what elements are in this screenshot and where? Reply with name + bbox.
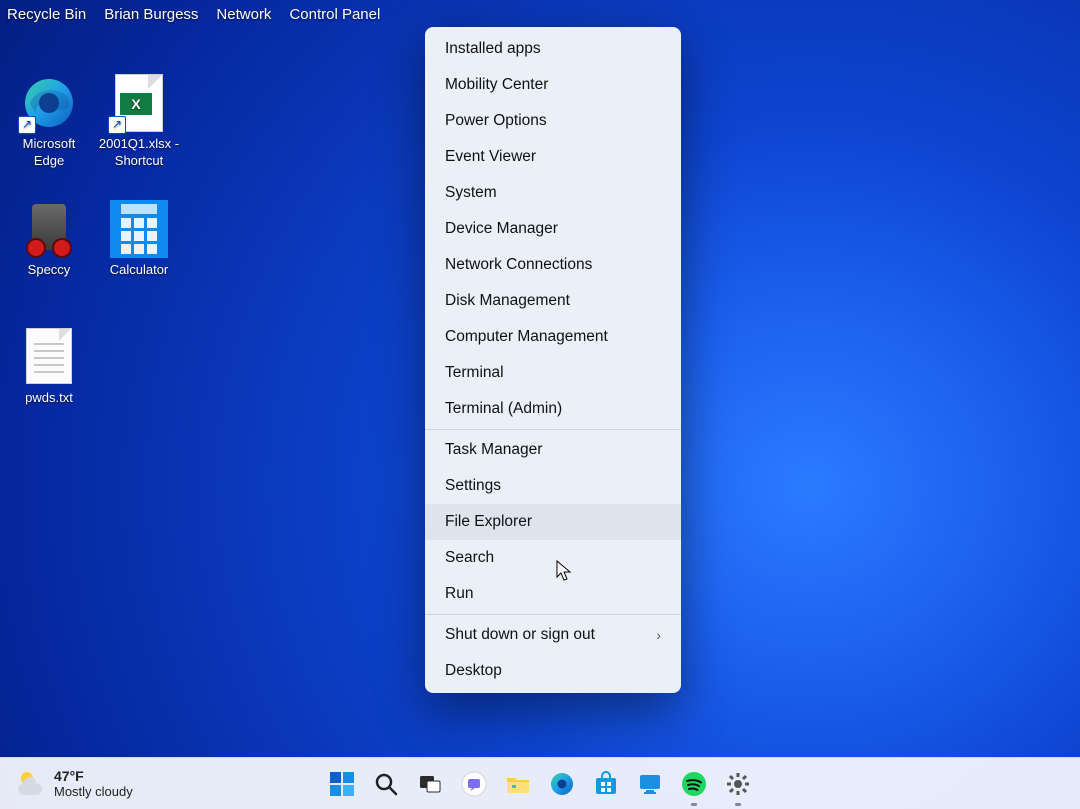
menu-task-manager[interactable]: Task Manager bbox=[425, 432, 681, 468]
icon-label: Speccy bbox=[28, 262, 71, 277]
excel-file-icon: X ↗ bbox=[110, 74, 168, 132]
menu-file-explorer[interactable]: File Explorer bbox=[425, 504, 681, 540]
start-button[interactable] bbox=[328, 770, 356, 798]
desktop-label-network[interactable]: Network bbox=[216, 6, 271, 23]
shortcut-arrow-icon: ↗ bbox=[108, 116, 126, 134]
menu-mobility-center[interactable]: Mobility Center bbox=[425, 67, 681, 103]
desktop-icon-edge[interactable]: ↗ Microsoft Edge bbox=[8, 74, 90, 170]
menu-run[interactable]: Run bbox=[425, 576, 681, 612]
icon-label: 2001Q1.xlsx - bbox=[99, 136, 179, 151]
icon-label: Microsoft bbox=[23, 136, 76, 151]
edge-icon: ↗ bbox=[20, 74, 78, 132]
excel-badge: X bbox=[120, 93, 152, 115]
icon-label: Calculator bbox=[110, 262, 169, 277]
menu-power-options[interactable]: Power Options bbox=[425, 103, 681, 139]
desktop-icon-excel-shortcut[interactable]: X ↗ 2001Q1.xlsx - Shortcut bbox=[98, 74, 180, 170]
mouse-cursor bbox=[556, 560, 572, 582]
menu-terminal[interactable]: Terminal bbox=[425, 355, 681, 391]
weather-desc: Mostly cloudy bbox=[54, 784, 133, 799]
remote-desktop-button[interactable] bbox=[636, 770, 664, 798]
settings-taskbar-button[interactable] bbox=[724, 770, 752, 798]
weather-icon bbox=[18, 771, 44, 797]
edge-taskbar-button[interactable] bbox=[548, 770, 576, 798]
menu-device-manager[interactable]: Device Manager bbox=[425, 211, 681, 247]
menu-event-viewer[interactable]: Event Viewer bbox=[425, 139, 681, 175]
taskbar-search-button[interactable] bbox=[372, 770, 400, 798]
icon-label: Edge bbox=[34, 153, 64, 168]
desktop-label-control-panel[interactable]: Control Panel bbox=[289, 6, 380, 23]
microsoft-store-button[interactable] bbox=[592, 770, 620, 798]
menu-shutdown-submenu[interactable]: Shut down or sign out › bbox=[425, 617, 681, 653]
menu-separator bbox=[425, 614, 681, 615]
desktop-label-user-folder[interactable]: Brian Burgess bbox=[104, 6, 198, 23]
power-user-menu: Installed apps Mobility Center Power Opt… bbox=[425, 27, 681, 693]
menu-installed-apps[interactable]: Installed apps bbox=[425, 31, 681, 67]
desktop-label-recycle-bin[interactable]: Recycle Bin bbox=[7, 6, 86, 23]
menu-disk-management[interactable]: Disk Management bbox=[425, 283, 681, 319]
taskbar-center-icons bbox=[328, 770, 752, 798]
menu-system[interactable]: System bbox=[425, 175, 681, 211]
menu-desktop[interactable]: Desktop bbox=[425, 653, 681, 689]
calculator-icon bbox=[110, 200, 168, 258]
file-explorer-button[interactable] bbox=[504, 770, 532, 798]
shortcut-arrow-icon: ↗ bbox=[18, 116, 36, 134]
chevron-right-icon: › bbox=[656, 627, 661, 643]
spotify-button[interactable] bbox=[680, 770, 708, 798]
menu-network-connections[interactable]: Network Connections bbox=[425, 247, 681, 283]
text-file-icon bbox=[20, 328, 78, 386]
menu-separator bbox=[425, 429, 681, 430]
desktop-icon-speccy[interactable]: Speccy bbox=[8, 200, 90, 279]
menu-settings[interactable]: Settings bbox=[425, 468, 681, 504]
menu-terminal-admin[interactable]: Terminal (Admin) bbox=[425, 391, 681, 427]
desktop-top-row: Recycle Bin Brian Burgess Network Contro… bbox=[7, 6, 380, 23]
menu-computer-management[interactable]: Computer Management bbox=[425, 319, 681, 355]
weather-temp: 47°F bbox=[54, 768, 84, 784]
taskbar-weather-widget[interactable]: 47°F Mostly cloudy bbox=[0, 768, 133, 800]
taskbar: 47°F Mostly cloudy bbox=[0, 757, 1080, 809]
desktop-icon-calculator[interactable]: Calculator bbox=[98, 200, 180, 279]
speccy-icon bbox=[20, 200, 78, 258]
chat-button[interactable] bbox=[460, 770, 488, 798]
menu-search[interactable]: Search bbox=[425, 540, 681, 576]
icon-label: pwds.txt bbox=[25, 390, 73, 405]
desktop-icon-pwds-txt[interactable]: pwds.txt bbox=[8, 328, 90, 407]
icon-label: Shortcut bbox=[115, 153, 163, 168]
task-view-button[interactable] bbox=[416, 770, 444, 798]
